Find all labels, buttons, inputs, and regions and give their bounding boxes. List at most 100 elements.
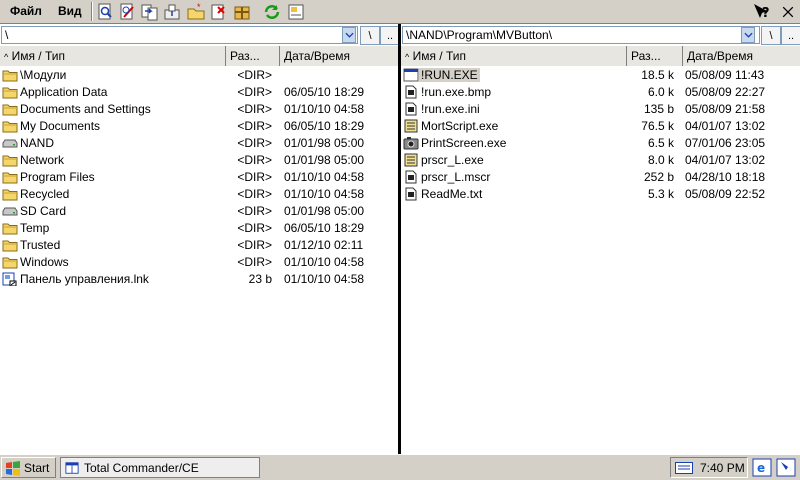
file-size: 23 b: [248, 272, 272, 286]
toolbar-separator: [91, 2, 93, 21]
left-file-row[interactable]: Program Files <DIR> 01/10/10 04:58: [0, 169, 398, 186]
right-path-dropdown[interactable]: [741, 27, 755, 43]
task-label: Total Commander/CE: [84, 460, 199, 475]
file-date: 06/05/10 18:29: [284, 85, 365, 99]
app-icon: [65, 461, 79, 474]
folder-icon: [2, 255, 18, 269]
left-file-row[interactable]: Network <DIR> 01/01/98 05:00: [0, 152, 398, 169]
file-name: Program Files: [20, 170, 95, 184]
file-date: 05/08/09 22:27: [685, 85, 766, 99]
left-col-date[interactable]: Дата/Время: [280, 46, 398, 66]
left-up-button[interactable]: ..: [380, 26, 400, 45]
taskbar: Start Total Commander/CE 7:40 PM e: [0, 454, 800, 480]
left-file-row[interactable]: Windows <DIR> 01/10/10 04:58: [0, 254, 398, 271]
file-date: 04/28/10 18:18: [685, 170, 766, 184]
file-name: SD Card: [20, 204, 67, 218]
right-col-date[interactable]: Дата/Время: [683, 46, 800, 66]
left-file-panel[interactable]: ^ Имя / Тип Раз... Дата/Время \Модули <DI…: [0, 46, 398, 454]
file-name: MortScript.exe: [421, 119, 499, 133]
file-date: 01/10/10 04:58: [284, 187, 365, 201]
file-date: 01/10/10 04:58: [284, 272, 365, 286]
left-file-row[interactable]: SD Card <DIR> 01/01/98 05:00: [0, 203, 398, 220]
ie-icon[interactable]: e: [752, 458, 772, 477]
left-file-row[interactable]: My Documents <DIR> 06/05/10 18:29: [0, 118, 398, 135]
menu-view[interactable]: Вид: [54, 3, 86, 19]
file-name: PrintScreen.exe: [421, 136, 507, 150]
file-date: 05/08/09 22:52: [685, 187, 766, 201]
left-col-name[interactable]: ^ Имя / Тип: [0, 46, 226, 66]
edit-icon[interactable]: [118, 2, 138, 22]
task-total-commander[interactable]: Total Commander/CE: [60, 457, 260, 478]
left-col-size[interactable]: Раз...: [226, 46, 280, 66]
right-file-row[interactable]: ReadMe.txt 5.3 k 05/08/09 22:52: [401, 186, 800, 203]
file-name: prscr_L.exe: [421, 153, 484, 167]
file-size: <DIR>: [237, 85, 272, 99]
file-size: <DIR>: [237, 204, 272, 218]
right-file-row[interactable]: !RUN.EXE 18.5 k 05/08/09 11:43: [401, 67, 800, 84]
view-icon[interactable]: [96, 2, 116, 22]
left-file-row[interactable]: Temp <DIR> 06/05/10 18:29: [0, 220, 398, 237]
help-icon[interactable]: ?: [750, 0, 774, 24]
file-size: <DIR>: [237, 136, 272, 150]
move-icon[interactable]: [162, 2, 182, 22]
file-size: 5.3 k: [647, 187, 674, 201]
pack-icon[interactable]: [232, 2, 252, 22]
left-file-row[interactable]: \Модули <DIR>: [0, 67, 398, 84]
script-icon: [403, 119, 419, 133]
file-size: <DIR>: [237, 102, 272, 116]
close-icon[interactable]: [776, 0, 800, 24]
left-file-row[interactable]: Recycled <DIR> 01/10/10 04:58: [0, 186, 398, 203]
file-size: 135 b: [643, 102, 674, 116]
left-file-row[interactable]: Application Data <DIR> 06/05/10 18:29: [0, 84, 398, 101]
right-file-row[interactable]: prscr_L.exe 8.0 k 04/01/07 13:02: [401, 152, 800, 169]
left-path-dropdown[interactable]: [342, 27, 356, 43]
left-root-button[interactable]: \: [360, 26, 380, 45]
right-up-button[interactable]: ..: [781, 26, 800, 45]
right-file-row[interactable]: prscr_L.mscr 252 b 04/28/10 18:18: [401, 169, 800, 186]
file-date: 07/01/06 23:05: [685, 136, 766, 150]
file-name: !RUN.EXE: [419, 68, 480, 82]
right-column-header: ^ Имя / Тип Раз... Дата/Время: [401, 46, 800, 66]
right-file-row[interactable]: !run.exe.ini 135 b 05/08/09 21:58: [401, 101, 800, 118]
right-file-row[interactable]: !run.exe.bmp 6.0 k 05/08/09 22:27: [401, 84, 800, 101]
right-path-bar: \NAND\Program\MVButton\ \ ..: [401, 24, 800, 46]
copy-icon[interactable]: [140, 2, 160, 22]
menu-file[interactable]: Файл: [6, 3, 46, 19]
left-file-row[interactable]: Documents and Settings <DIR> 01/10/10 04:5…: [0, 101, 398, 118]
properties-icon[interactable]: [286, 2, 306, 22]
menu-toolbar: Файл Вид * ?: [0, 0, 800, 24]
left-file-row[interactable]: NAND <DIR> 01/01/98 05:00: [0, 135, 398, 152]
file-date: 01/01/98 05:00: [284, 136, 365, 150]
file-name: Trusted: [20, 238, 61, 252]
right-root-button[interactable]: \: [761, 26, 781, 45]
right-file-panel[interactable]: ^ Имя / Тип Раз... Дата/Время !RUN.EXE 18…: [401, 46, 800, 454]
desktop-icon[interactable]: [776, 458, 796, 477]
clock[interactable]: 7:40 PM: [700, 461, 745, 475]
folder-icon: [2, 68, 18, 82]
right-file-row[interactable]: MortScript.exe 76.5 k 04/01/07 13:02: [401, 118, 800, 135]
chevron-down-icon: [344, 32, 354, 38]
right-col-size[interactable]: Раз...: [627, 46, 683, 66]
delete-icon[interactable]: [208, 2, 228, 22]
left-file-row[interactable]: Панель управления.lnk 23 b 01/10/10 04:58: [0, 271, 398, 288]
file-name: !run.exe.ini: [421, 102, 480, 116]
right-path-input[interactable]: \NAND\Program\MVButton\: [402, 26, 760, 44]
file-date: 04/01/07 13:02: [685, 153, 766, 167]
new-folder-icon[interactable]: *: [186, 2, 206, 22]
file-size: <DIR>: [237, 119, 272, 133]
file-date: 01/01/98 05:00: [284, 204, 365, 218]
file-size: 18.5 k: [641, 68, 674, 82]
right-col-name[interactable]: ^ Имя / Тип: [401, 46, 627, 66]
refresh-icon[interactable]: [262, 2, 282, 22]
file-size: <DIR>: [237, 187, 272, 201]
keyboard-icon[interactable]: [675, 461, 693, 474]
right-file-row[interactable]: PrintScreen.exe 6.5 k 07/01/06 23:05: [401, 135, 800, 152]
folder-icon: [2, 221, 18, 235]
left-path-input[interactable]: \: [1, 26, 358, 44]
script-icon: [403, 153, 419, 167]
svg-text:e: e: [757, 461, 765, 475]
start-button[interactable]: Start: [1, 457, 56, 478]
file-size: <DIR>: [237, 170, 272, 184]
left-file-row[interactable]: Trusted <DIR> 01/12/10 02:11: [0, 237, 398, 254]
file-name: Recycled: [20, 187, 70, 201]
